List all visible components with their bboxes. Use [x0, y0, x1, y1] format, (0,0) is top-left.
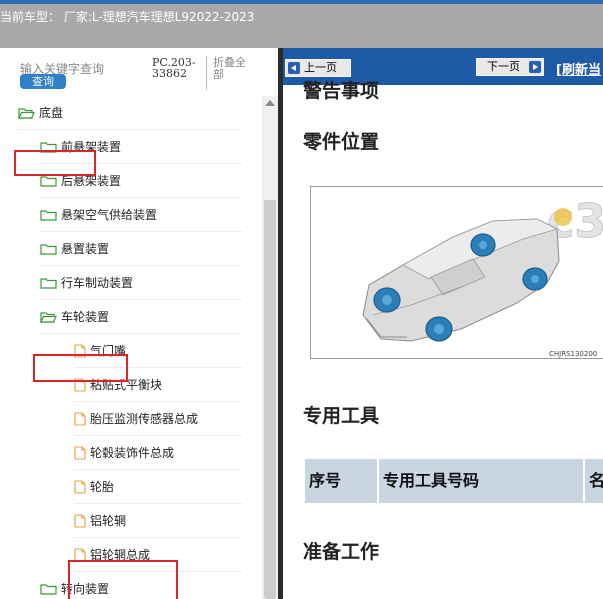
- prev-page-button[interactable]: 上一页: [285, 59, 351, 77]
- tree-item-label: 轮毂装饰件总成: [90, 446, 175, 460]
- document-icon: [74, 479, 86, 494]
- tree-item-mounts[interactable]: 悬置装置: [40, 232, 242, 266]
- left-panel: 输入关键字查询 查询 PC.203-33862 折叠全部 底盘 前悬架装置 后悬…: [0, 48, 278, 599]
- folder-icon: [40, 277, 57, 289]
- next-page-button[interactable]: 下一页: [476, 58, 544, 76]
- tree-item-aluminum-rim[interactable]: 铝轮辋: [74, 504, 242, 538]
- document-icon: [74, 513, 86, 528]
- tree-item-label: 铝轮辋: [90, 514, 127, 528]
- folder-open-icon: [18, 107, 35, 119]
- wheel-front-right: [425, 316, 453, 342]
- document-content: 警告事项 零件位置 c3 CHJRS130200 专用工具 序号 专用工具号码 …: [283, 80, 603, 599]
- watermark-dot: [554, 208, 572, 226]
- tree-item-wheels[interactable]: 车轮装置: [40, 300, 242, 334]
- folder-icon: [40, 175, 57, 187]
- section-heading-warnings: 警告事项: [303, 80, 380, 102]
- table-header-tool-number: 专用工具号码: [379, 459, 585, 503]
- scroll-up-icon[interactable]: [265, 100, 275, 106]
- document-code: PC.203-33862: [152, 56, 196, 80]
- highlight-box-wheels: [33, 354, 128, 382]
- highlight-box-rims: [68, 560, 178, 599]
- search-divider: [206, 56, 207, 90]
- highlight-box-chassis: [14, 150, 96, 176]
- section-heading-preparation: 准备工作: [303, 541, 380, 563]
- component-location-figure: c3 CHJRS130200: [310, 186, 603, 359]
- refresh-link[interactable]: [刷新当: [556, 59, 601, 78]
- tree-item-tpms-sensor[interactable]: 胎压监测传感器总成: [74, 402, 242, 436]
- tree-item-label: 行车制动装置: [61, 276, 134, 290]
- scrollbar-thumb[interactable]: [264, 200, 276, 599]
- document-icon: [74, 445, 86, 460]
- folder-icon: [40, 583, 57, 595]
- special-tools-table-header: 序号 专用工具号码 名: [305, 459, 603, 503]
- tree-item-service-brakes[interactable]: 行车制动装置: [40, 266, 242, 300]
- prev-page-label: 上一页: [304, 61, 337, 74]
- next-page-label: 下一页: [487, 60, 520, 73]
- search-area: 输入关键字查询 查询 PC.203-33862 折叠全部: [0, 48, 278, 96]
- document-icon: [74, 411, 86, 426]
- wheel-front-left: [373, 287, 401, 313]
- wheel-rear-right: [522, 267, 548, 291]
- arrow-left-icon: [288, 62, 300, 74]
- current-model-title: 当前车型： 厂家:L-理想汽车理想L92022-2023: [0, 10, 255, 24]
- folder-open-icon: [40, 311, 57, 323]
- folder-icon: [40, 209, 57, 221]
- title-bar: 当前车型： 厂家:L-理想汽车理想L92022-2023: [0, 0, 603, 48]
- fold-all-button[interactable]: 折叠全部: [213, 57, 255, 81]
- title-bar-band: [0, 0, 603, 4]
- figure-code: CHJRS130200: [549, 350, 597, 358]
- tree-item-hub-trim[interactable]: 轮毂装饰件总成: [74, 436, 242, 470]
- arrow-right-icon: [529, 61, 541, 73]
- section-heading-tools: 专用工具: [303, 405, 380, 427]
- query-button[interactable]: 查询: [20, 74, 66, 89]
- catalog-tree: 底盘 前悬架装置 后悬架装置 悬架空气供给装置 悬置装置 行车制动装置 车轮装置…: [0, 96, 262, 599]
- section-heading-parts: 零件位置: [303, 131, 380, 153]
- tree-item-label: 胎压监测传感器总成: [90, 412, 199, 426]
- folder-icon: [40, 243, 57, 255]
- tree-item-label: 底盘: [39, 106, 64, 120]
- table-header-index: 序号: [305, 459, 379, 503]
- tree-item-air-supply[interactable]: 悬架空气供给装置: [40, 198, 242, 232]
- tree-scrollbar[interactable]: [262, 96, 278, 599]
- tree-item-label: 车轮装置: [61, 310, 110, 324]
- tree-item-label: 悬置装置: [61, 242, 110, 256]
- tree-item-chassis[interactable]: 底盘: [18, 96, 242, 130]
- tree-item-label: 悬架空气供给装置: [61, 208, 158, 222]
- content-panel: 上一页 下一页 [刷新当 警告事项 零件位置 c3 CHJRS130200 专用…: [283, 48, 603, 599]
- tree-item-label: 轮胎: [90, 480, 115, 494]
- table-header-name: 名: [589, 471, 603, 490]
- tree-item-tire[interactable]: 轮胎: [74, 470, 242, 504]
- wheel-rear-left: [470, 233, 496, 257]
- car-illustration: c3 CHJRS130200: [362, 194, 603, 358]
